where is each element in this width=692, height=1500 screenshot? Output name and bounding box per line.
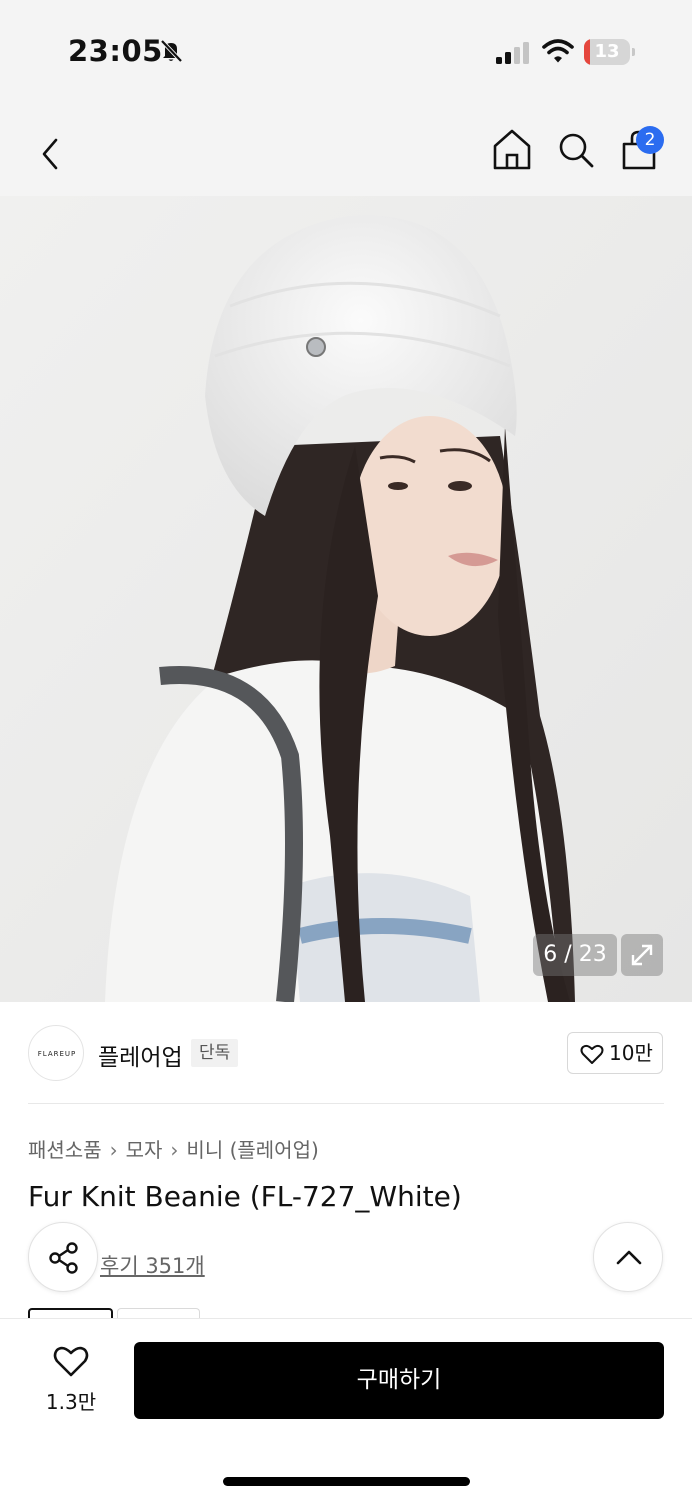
product-photo-illustration [0, 196, 692, 1002]
heart-icon [580, 1044, 604, 1064]
signal-bar [514, 47, 520, 64]
buy-button[interactable]: 구매하기 [134, 1342, 664, 1419]
exclusive-tag: 단독 [191, 1039, 239, 1067]
divider [28, 1103, 664, 1104]
bell-slash-icon [160, 39, 183, 63]
status-time: 23:05 [68, 34, 163, 68]
chevron-left-icon[interactable] [28, 128, 72, 180]
wifi-icon [542, 39, 574, 63]
product-image[interactable] [0, 196, 692, 1002]
cart-count-badge: 2 [636, 126, 664, 154]
expand-icon[interactable] [621, 934, 663, 976]
signal-bar [505, 52, 511, 64]
wishlist-count: 1.3만 [45, 1390, 97, 1414]
brand-logo[interactable]: FLAREUP [28, 1025, 84, 1081]
signal-bar [523, 42, 529, 64]
search-icon[interactable] [554, 124, 598, 176]
brand-like-count: 10만 [609, 1041, 653, 1065]
breadcrumb-item[interactable]: 모자 [126, 1138, 163, 1162]
wishlist-button[interactable]: 1.3만 [36, 1342, 106, 1418]
heart-icon [53, 1346, 89, 1377]
share-button[interactable] [28, 1222, 98, 1292]
signal-bar [496, 57, 502, 64]
battery-icon: 13 [584, 39, 636, 65]
breadcrumb-item[interactable]: 패션소품 [28, 1138, 102, 1162]
battery-level: 13 [594, 41, 620, 62]
share-icon [49, 1242, 78, 1274]
chevron-right-icon: › [109, 1138, 118, 1162]
chevron-right-icon: › [170, 1138, 179, 1162]
home-indicator [223, 1477, 470, 1486]
signal-icon [496, 42, 529, 64]
brand-logo-text: FLAREUP [37, 1050, 77, 1058]
breadcrumb-item[interactable]: 비니 (플레어업) [186, 1138, 318, 1162]
product-title: Fur Knit Beanie (FL-727_White) [28, 1180, 462, 1213]
brand-name[interactable]: 플레어업 [98, 1038, 183, 1072]
breadcrumb: 패션소품 › 모자 › 비니 (플레어업) [28, 1134, 319, 1163]
chevron-up-icon [616, 1250, 642, 1265]
scroll-to-top-button[interactable] [593, 1222, 663, 1292]
review-link[interactable]: 후기 351개 [100, 1250, 205, 1280]
image-counter: 6 / 23 [533, 934, 617, 976]
brand-like-button[interactable]: 10만 [567, 1032, 663, 1074]
home-icon[interactable] [490, 124, 534, 176]
